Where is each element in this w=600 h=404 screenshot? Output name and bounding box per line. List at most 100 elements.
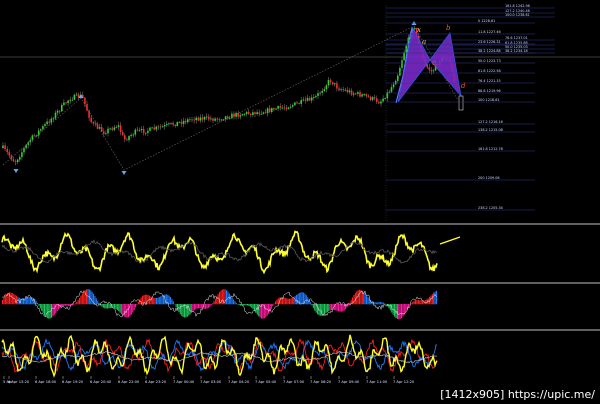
histogram-bar (91, 291, 93, 305)
histogram-bar (49, 304, 51, 319)
candle-body (132, 134, 134, 136)
candle-body (287, 107, 290, 109)
histogram-bar (161, 295, 163, 305)
candle-body (329, 80, 332, 83)
time-tick-label: 7 Apr 11:00 (366, 380, 388, 384)
candle-body (178, 121, 181, 123)
histogram-bar (69, 304, 71, 306)
histogram-bar (192, 304, 194, 312)
histogram-bar (217, 294, 219, 305)
candle-body (63, 102, 65, 105)
histogram-bar (137, 301, 139, 305)
candle-body (128, 136, 130, 141)
candle-body (130, 134, 132, 137)
candle-body (342, 89, 344, 91)
histogram-bar (304, 293, 306, 305)
histogram-bar (157, 297, 159, 305)
histogram-bar (90, 290, 92, 305)
candle-body (103, 131, 105, 134)
candle-body (401, 60, 403, 68)
candle-body (336, 83, 338, 89)
candle-body (254, 112, 256, 115)
candle-body (237, 112, 239, 117)
candle-body (247, 112, 250, 114)
histogram-bar (433, 292, 435, 305)
candle-body (334, 83, 336, 85)
candle-body (388, 91, 391, 93)
candle-body (19, 157, 21, 160)
candle-body (136, 129, 139, 131)
candle-body (220, 119, 223, 121)
fib-level-label: 23.6 1226.31 (478, 40, 501, 44)
candle-body (161, 126, 164, 128)
candle-body (371, 97, 374, 100)
histogram-bar (276, 299, 278, 305)
histogram-bar (214, 298, 216, 305)
candle-body (115, 126, 118, 128)
candle-body (33, 135, 36, 137)
histogram-bar (340, 304, 342, 312)
candle-body (40, 129, 42, 131)
histogram-bar (149, 295, 151, 305)
histogram-bar (52, 304, 54, 317)
candle-body (258, 112, 260, 114)
candle-body (174, 124, 176, 127)
histogram-bar (83, 291, 85, 305)
candle-body (166, 124, 168, 125)
histogram-bar (142, 295, 144, 305)
histogram-bar (326, 304, 328, 313)
candle-body (71, 99, 74, 101)
candle-body (241, 114, 244, 116)
histogram-bar (3, 297, 5, 305)
candle-body (315, 96, 317, 98)
candle-body (355, 93, 357, 95)
histogram-bar (436, 290, 438, 305)
histogram-bar (262, 304, 264, 319)
candle-body (323, 89, 326, 91)
histogram-bar (28, 296, 30, 305)
candle-body (151, 127, 153, 129)
histogram-bar (352, 297, 354, 305)
candle-body (73, 94, 76, 100)
histogram-bar (329, 304, 331, 311)
histogram-bar (79, 297, 81, 305)
histogram-bar (398, 304, 400, 320)
histogram-bar (401, 304, 403, 319)
pattern-point-label: b (446, 24, 451, 32)
candle-body (168, 123, 170, 125)
candle-body (153, 127, 155, 130)
candle-body (229, 118, 231, 120)
candle-body (6, 149, 8, 153)
histogram-bar (53, 304, 55, 315)
histogram-bar (249, 304, 251, 307)
histogram-bar (410, 303, 412, 305)
histogram-bar (44, 304, 46, 316)
histogram-bar (322, 304, 324, 316)
candle-body (126, 139, 128, 141)
fib-level-label: 76.4 1221.15 (478, 79, 501, 83)
candle-body (273, 108, 275, 110)
time-tick-label: 7 Apr 00:40 (173, 380, 195, 384)
histogram-bar (422, 300, 424, 305)
candle-body (296, 102, 298, 104)
histogram-bar (116, 304, 118, 311)
candle-body (281, 107, 284, 109)
histogram-bar (247, 304, 249, 306)
histogram-bar (382, 302, 384, 305)
candle-body (172, 123, 174, 125)
histogram-bar (209, 304, 211, 308)
candle-body (86, 104, 88, 111)
histogram-bar (200, 304, 202, 309)
candle-body (399, 67, 401, 76)
candle-body (430, 69, 433, 72)
histogram-bar (412, 301, 414, 305)
histogram-bar (121, 304, 123, 315)
histogram-bar (353, 294, 355, 305)
histogram-bar (374, 302, 376, 305)
histogram-bar (415, 300, 417, 305)
histogram-bar (158, 297, 160, 305)
candle-body (365, 94, 368, 96)
candle-body (245, 112, 248, 115)
candle-body (380, 101, 382, 104)
histogram-bar (371, 301, 373, 305)
